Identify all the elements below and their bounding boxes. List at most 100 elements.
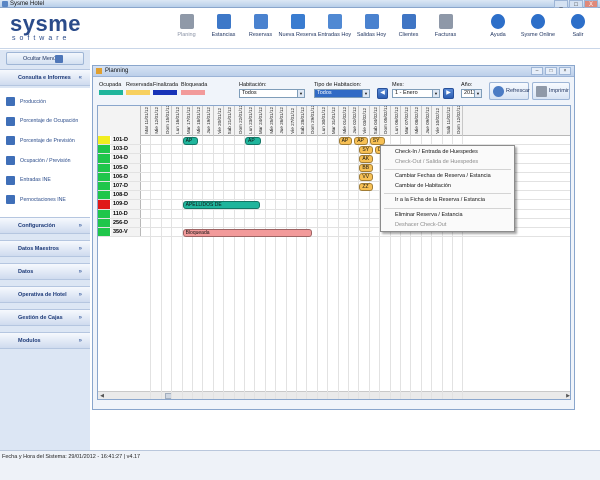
report-icon xyxy=(6,156,15,166)
planning-maximize-button[interactable]: □ xyxy=(545,67,557,75)
maximize-button[interactable]: □ xyxy=(569,0,583,8)
date-column-header: Mie 18/01/12 xyxy=(193,106,204,136)
sidebar-item[interactable]: Entradas INE xyxy=(0,170,90,190)
toolbar-button[interactable]: Salir xyxy=(558,12,598,46)
date-label: Mar 07/02/12 xyxy=(404,106,409,134)
sidebar-item[interactable]: Producción xyxy=(0,92,90,112)
room-row[interactable]: 101-D xyxy=(98,136,570,146)
date-label: Mie 01/02/12 xyxy=(341,107,347,134)
booking-bar[interactable]: ZZ xyxy=(359,182,373,191)
logo: sysme software xyxy=(10,13,81,43)
date-column-header: Mar 07/02/12 xyxy=(401,106,412,136)
refresh-label: Refrescar xyxy=(506,88,530,94)
toolbar-button[interactable]: Nueva Reserva xyxy=(279,12,316,46)
toolbar-button[interactable]: Ayuda xyxy=(478,12,518,46)
toolbar-button[interactable]: Salidas Hoy xyxy=(353,12,390,46)
legend-label: Ocupada xyxy=(99,82,122,88)
booking-bar[interactable]: AP xyxy=(354,136,368,145)
toolbar-button: Planing xyxy=(168,12,205,46)
chevron-down-icon: ▼ xyxy=(432,90,439,97)
toolbar-button-label: Ayuda xyxy=(490,32,506,38)
booking-bar[interactable]: SY xyxy=(369,136,386,145)
date-label: Mie 08/02/12 xyxy=(414,107,420,134)
context-menu-item[interactable]: Ir a la Ficha de la Reserva / Estancia xyxy=(381,196,514,206)
toolbar-button[interactable]: Clientes xyxy=(390,12,427,46)
room-status-indicator xyxy=(98,200,110,209)
date-column-header: Mie 25/01/12 xyxy=(266,106,277,136)
planning-close-button[interactable]: × xyxy=(559,67,571,75)
sidebar-section[interactable]: Datos Maestros » xyxy=(0,240,90,257)
planning-icon xyxy=(179,14,194,29)
context-menu-item[interactable]: Cambiar de Habitación xyxy=(381,182,514,192)
room-status-indicator xyxy=(98,218,110,227)
invoices-icon xyxy=(438,14,453,29)
date-label: Mie 12/01/12 xyxy=(154,107,160,134)
sidebar-item[interactable]: Ocupación / Previsión xyxy=(0,151,90,171)
booking-bar[interactable]: VV xyxy=(359,173,373,182)
prev-month-button[interactable]: ◀ xyxy=(377,88,388,99)
sidebar-section[interactable]: Operativa de Hotel » xyxy=(0,286,90,303)
booking-bar[interactable]: APELLIDOS DE xyxy=(182,200,260,209)
room-status-indicator xyxy=(98,228,110,237)
context-menu-item[interactable]: Cambiar Fechas de Reserva / Estancia xyxy=(381,172,514,182)
booking-bar[interactable]: Bloqueada xyxy=(182,228,312,237)
room-status-indicator xyxy=(98,182,110,191)
booking-bar[interactable]: SY xyxy=(359,145,373,154)
habitacion-select[interactable]: Todos ▼ xyxy=(239,89,305,98)
booking-bar[interactable]: AP xyxy=(182,136,199,145)
ano-select[interactable]: 2012 ▼ xyxy=(461,89,482,98)
sidebar-item[interactable]: Pernoctaciones INE xyxy=(0,190,90,210)
toolbar-button-label: Planing xyxy=(177,32,196,38)
minimize-button[interactable]: _ xyxy=(554,0,568,8)
toolbar-button[interactable]: Sysme Online xyxy=(518,12,558,46)
sidebar-section[interactable]: Modulos » xyxy=(0,332,90,349)
date-label: Mar 24/01/12 xyxy=(258,106,264,134)
date-column-header: Mie 01/02/12 xyxy=(339,106,349,136)
date-label: Lun 16/01/12 xyxy=(175,107,181,134)
sidebar-item[interactable]: Porcentaje de Ocupación xyxy=(0,112,90,132)
close-button[interactable]: X xyxy=(584,0,598,8)
section-label: Datos xyxy=(18,269,34,275)
legend-swatch xyxy=(99,90,123,95)
date-column-header: Dom 12/02/12 xyxy=(453,106,464,136)
next-month-button[interactable]: ▶ xyxy=(443,88,454,99)
room-label: 110-D xyxy=(111,209,141,218)
context-menu-item[interactable]: Eliminar Reserva / Estancia xyxy=(381,211,514,221)
room-label: 101-D xyxy=(111,136,141,145)
printer-icon xyxy=(536,86,547,97)
mes-select[interactable]: 1 - Enero ▼ xyxy=(392,89,440,98)
report-icon xyxy=(6,116,15,126)
checkin-today-icon xyxy=(327,14,342,29)
refresh-button[interactable]: Refrescar xyxy=(489,82,530,100)
date-column-header: Sab 11/02/12 xyxy=(443,106,453,136)
toolbar-button[interactable]: Entradas Hoy xyxy=(316,12,353,46)
context-menu-item[interactable]: Check-In / Entrada de Huespedes xyxy=(381,148,514,158)
legend-swatch xyxy=(181,90,205,95)
tipo-habitacion-select[interactable]: Todos ▼ xyxy=(314,89,370,98)
planning-minimize-button[interactable]: – xyxy=(531,67,543,75)
sidebar-section[interactable]: Configuración » xyxy=(0,217,90,234)
booking-bar[interactable]: AP xyxy=(338,136,353,145)
chevron-down-icon: ▼ xyxy=(362,90,369,97)
status-bar: Fecha y Hora del Sistema: 29/01/2012 - 1… xyxy=(0,450,600,480)
toolbar-button[interactable]: Reservas xyxy=(242,12,279,46)
scroll-left-icon[interactable]: ◀ xyxy=(98,392,106,399)
print-label: Imprimir xyxy=(549,88,569,94)
toolbar-button[interactable]: Facturas xyxy=(427,12,464,46)
booking-bar[interactable]: AP xyxy=(245,136,261,145)
toolbar-button[interactable]: Estancias xyxy=(205,12,242,46)
date-label: Dom 29/01/12 xyxy=(310,105,316,134)
window-title: Sysme Hotel xyxy=(10,1,45,7)
section-consulta-informes[interactable]: Consulta e Informes « xyxy=(0,69,90,86)
date-column-header: Vie 10/02/12 xyxy=(432,106,443,136)
horizontal-scrollbar[interactable]: ◀ ▶ xyxy=(98,391,570,399)
sidebar-section[interactable]: Datos » xyxy=(0,263,90,280)
sidebar-section[interactable]: Gestión de Cajas » xyxy=(0,309,90,326)
sidebar-item[interactable]: Porcentaje de Previsión xyxy=(0,131,90,151)
booking-bar[interactable]: AK xyxy=(359,154,373,163)
scroll-right-icon[interactable]: ▶ xyxy=(564,392,570,399)
print-button[interactable]: Imprimir xyxy=(532,82,570,100)
logo-tagline: software xyxy=(12,35,71,42)
booking-bar[interactable]: BB xyxy=(359,164,373,173)
hide-menu-button[interactable]: Ocultar Menú xyxy=(6,52,84,65)
